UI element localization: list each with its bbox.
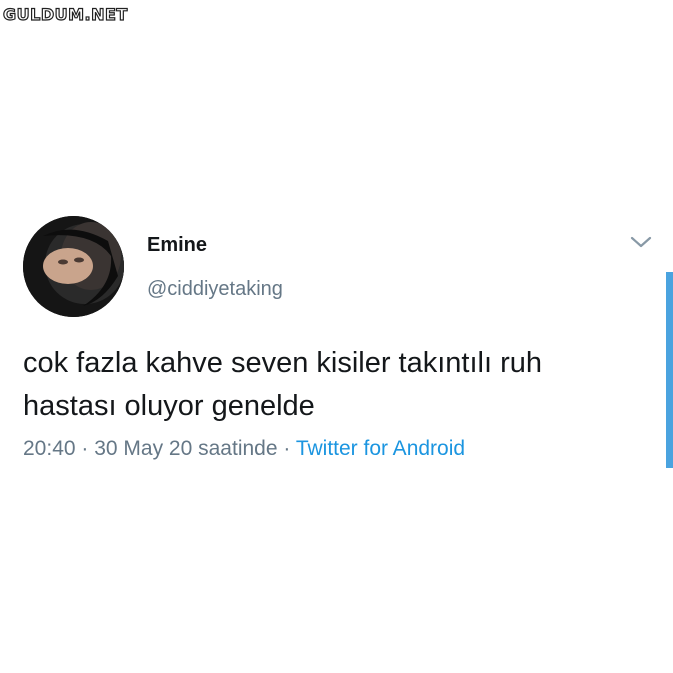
- meta-separator: ·: [75, 437, 95, 460]
- display-name[interactable]: Emine: [147, 234, 207, 257]
- site-watermark: GULDUM.NET: [2, 5, 128, 24]
- scrollbar[interactable]: [666, 272, 673, 468]
- tweet-text: cok fazla kahve seven kisiler takıntılı …: [23, 347, 543, 422]
- meta-separator: ·: [277, 437, 296, 460]
- avatar[interactable]: [23, 216, 124, 317]
- tweet-time: 20:40: [23, 437, 76, 460]
- user-handle[interactable]: @ciddiyetaking: [147, 278, 283, 301]
- tweet-meta: 20:40 · 30 May 20 saatinde · Twitter for…: [23, 437, 465, 461]
- tweet-date: 30 May 20 saatinde: [94, 437, 278, 460]
- tweet-source-link[interactable]: Twitter for Android: [296, 437, 465, 460]
- avatar-image: [23, 216, 124, 317]
- chevron-down-icon[interactable]: [629, 234, 653, 250]
